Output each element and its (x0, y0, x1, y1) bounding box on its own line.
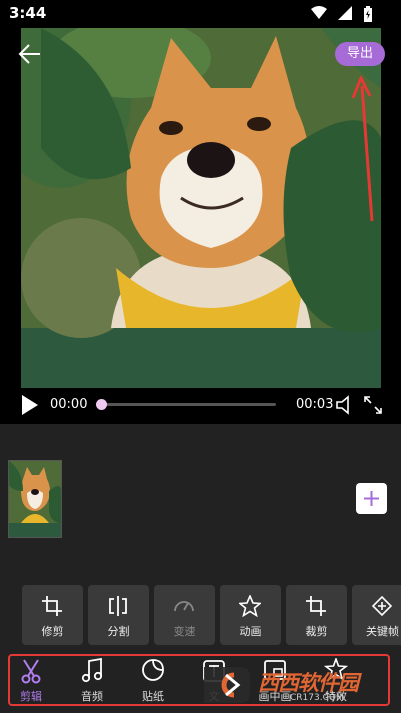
tool-label: 分割 (107, 625, 130, 638)
back-arrow-icon[interactable] (16, 40, 44, 68)
nav-item-audio[interactable]: 音频 (63, 652, 121, 710)
status-icons (305, 6, 373, 22)
plus-icon (364, 491, 379, 506)
volume-icon[interactable] (334, 394, 356, 416)
tool-trim-button[interactable]: 修剪 (22, 585, 83, 645)
clip-image (9, 461, 61, 537)
wifi-icon (310, 6, 327, 19)
nav-label: 剪辑 (20, 690, 42, 703)
player-controls: 00:00 00:03 (0, 388, 401, 424)
watermark: 西西软件园 CR173.COM (196, 663, 382, 707)
total-time: 00:03 (296, 397, 334, 412)
tool-animation-button[interactable]: 动画 (220, 585, 281, 645)
tool-label: 关键帧 (366, 625, 399, 638)
dog-image (21, 28, 381, 388)
nav-label: 音频 (81, 690, 103, 703)
video-preview[interactable] (21, 28, 381, 388)
star-icon (239, 595, 261, 617)
crop-icon (306, 596, 326, 616)
tool-label: 动画 (239, 625, 262, 638)
play-icon[interactable] (20, 394, 40, 416)
scissors-icon (21, 659, 41, 684)
fullscreen-icon[interactable] (362, 394, 384, 416)
tool-split-button[interactable]: 分割 (88, 585, 149, 645)
sticker-icon (142, 659, 164, 681)
progress-thumb[interactable] (96, 399, 107, 410)
nav-item-sticker[interactable]: 贴纸 (124, 652, 182, 710)
watermark-sub: CR173.COM (290, 693, 344, 703)
watermark-logo (204, 667, 250, 703)
timeline (0, 424, 401, 584)
edit-tools-row: 修剪 分割 变速 动画 裁剪 关键帧 (0, 585, 401, 647)
music-icon (81, 658, 103, 683)
tool-speed-button[interactable]: 变速 (154, 585, 215, 645)
current-time: 00:00 (50, 397, 88, 412)
crop-icon (42, 596, 62, 616)
export-button[interactable]: 导出 (335, 42, 385, 66)
signal-icon (337, 6, 352, 20)
tool-keyframe-button[interactable]: 关键帧 (352, 585, 401, 645)
tool-crop-button[interactable]: 裁剪 (286, 585, 347, 645)
split-icon (109, 596, 127, 616)
nav-item-edit[interactable]: 剪辑 (2, 652, 60, 710)
tool-label: 变速 (173, 625, 196, 638)
tool-label: 修剪 (41, 625, 64, 638)
status-time: 3:44 (9, 4, 47, 22)
status-bar: 3:44 (0, 0, 401, 28)
tool-label: 裁剪 (305, 625, 328, 638)
keyframe-icon (371, 595, 393, 617)
add-clip-button[interactable] (356, 483, 387, 514)
video-area: 导出 (0, 28, 401, 388)
nav-label: 贴纸 (142, 690, 164, 703)
video-clip-thumbnail[interactable] (8, 460, 62, 538)
battery-icon (364, 6, 372, 22)
speed-icon (174, 601, 194, 612)
progress-slider[interactable] (96, 399, 276, 410)
